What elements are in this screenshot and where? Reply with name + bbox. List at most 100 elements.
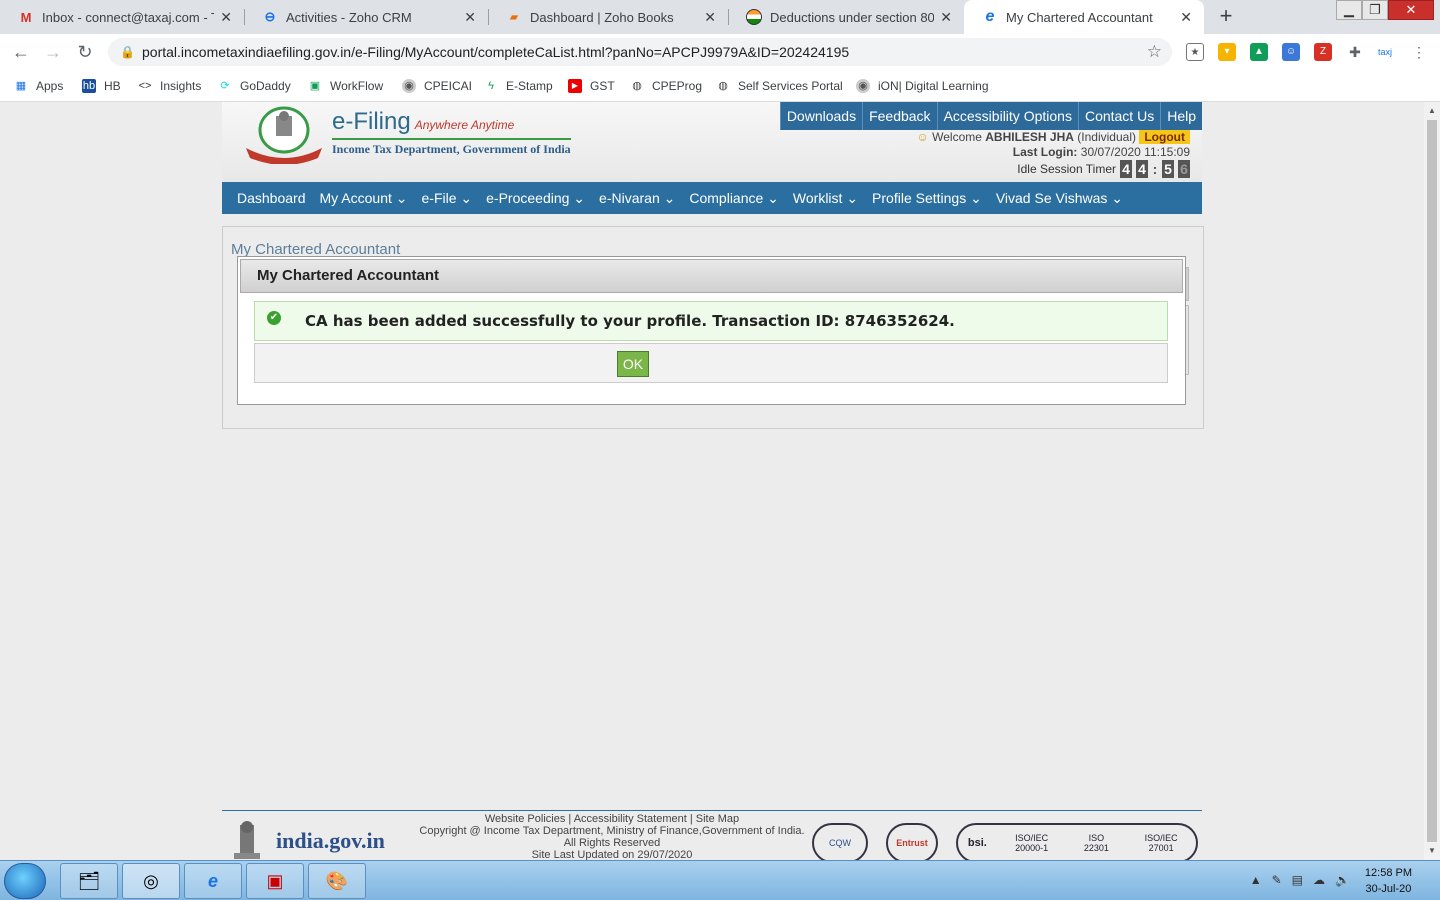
minimize-icon[interactable]: ▁	[1336, 0, 1362, 20]
idle-session-timer: Idle Session Timer 4 4 : 5 6	[1017, 160, 1190, 178]
tray-expand-icon[interactable]: ▲	[1250, 873, 1262, 887]
tab-zoho-books[interactable]: ▰ Dashboard | Zoho Books ✕	[488, 0, 728, 34]
windows-taskbar: 🗂 ◎ e ▣ 🎨 ▲ ✎ ▤ ☁ 🔈 12:58 PM 30-Jul-20	[0, 860, 1440, 900]
zoho-crm-icon: ⊖	[264, 9, 276, 24]
tab-my-ca[interactable]: e My Chartered Accountant ✕	[964, 0, 1204, 34]
nav-dashboard[interactable]: Dashboard	[237, 190, 306, 206]
scroll-up-icon[interactable]: ▲	[1424, 104, 1440, 118]
tab-title: Activities - Zoho CRM	[286, 9, 412, 25]
estamp-icon: ϟ	[488, 80, 494, 92]
copyright: Copyright @ Income Tax Department, Minis…	[419, 825, 805, 837]
downloads-link[interactable]: Downloads	[779, 102, 862, 130]
tray-tool-icon[interactable]: ✎	[1272, 873, 1282, 887]
accessibility-link[interactable]: Accessibility Options	[936, 102, 1078, 130]
contact-link[interactable]: Contact Us	[1077, 102, 1160, 130]
site-header: e-Filing Anywhere Anytime Income Tax Depa…	[222, 102, 1202, 182]
close-tab-icon[interactable]: ✕	[940, 9, 952, 26]
globe-icon: ◍	[632, 80, 642, 92]
brand-block: e-Filing Anywhere Anytime Income Tax Depa…	[332, 108, 571, 157]
bookmark-insights[interactable]: <> Insights	[138, 76, 202, 96]
internet-explorer-icon[interactable]: e	[184, 863, 242, 899]
volume-icon[interactable]: 🔈	[1335, 873, 1350, 887]
brand-name: e-Filing	[332, 108, 411, 135]
nav-worklist[interactable]: Worklist ⌄	[793, 190, 858, 207]
main-nav: Dashboard My Account ⌄ e-File ⌄ e-Procee…	[222, 182, 1202, 214]
reading-list-icon[interactable]: ★	[1186, 43, 1204, 61]
nav-eproceeding[interactable]: e-Proceeding ⌄	[486, 190, 585, 207]
godaddy-icon: ⟳	[220, 80, 230, 92]
extension-shield-icon[interactable]: ▾	[1218, 43, 1236, 61]
tab-gmail[interactable]: M Inbox - connect@taxaj.com - Tax ✕	[0, 0, 244, 34]
bookmark-self-services[interactable]: ◍ Self Services Portal	[716, 76, 843, 96]
tab-deductions[interactable]: Deductions under section 80 ✕	[728, 0, 964, 34]
browser-menu-icon[interactable]: ⋮	[1410, 43, 1428, 61]
close-tab-icon[interactable]: ✕	[1180, 9, 1192, 26]
profile-avatar-icon[interactable]: taxj	[1376, 43, 1394, 61]
help-link[interactable]: Help	[1160, 102, 1202, 130]
nav-profile-settings[interactable]: Profile Settings ⌄	[872, 190, 982, 207]
paint-icon[interactable]: 🎨	[308, 863, 366, 899]
feedback-link[interactable]: Feedback	[862, 102, 936, 130]
maximize-icon[interactable]: ❐	[1362, 0, 1388, 20]
bookmark-godaddy[interactable]: ⟳ GoDaddy	[218, 76, 290, 96]
bookmark-cpeicai[interactable]: ◉ CPEICAI	[402, 76, 472, 96]
scroll-thumb[interactable]	[1427, 120, 1437, 842]
ok-button[interactable]: OK	[617, 351, 649, 377]
network-icon[interactable]: ▤	[1292, 873, 1303, 887]
reload-icon[interactable]: ↻	[72, 40, 98, 64]
bookmark-hb[interactable]: hb HB	[82, 76, 121, 96]
back-icon[interactable]: ←	[8, 40, 34, 64]
nav-vivad-se-vishwas[interactable]: Vivad Se Vishwas ⌄	[996, 190, 1123, 207]
india-gov-logo[interactable]: india.gov.in	[230, 821, 385, 860]
cloud-icon[interactable]: ☁	[1313, 873, 1325, 887]
google-drive-icon[interactable]: ▲	[1250, 43, 1268, 61]
address-bar[interactable]: 🔒 portal.incometaxindiaefiling.gov.in/e-…	[108, 38, 1172, 66]
footer-links[interactable]: Website Policies | Accessibility Stateme…	[412, 813, 812, 825]
bookmark-workflow[interactable]: ▣ WorkFlow	[308, 76, 383, 96]
bookmark-ion[interactable]: ◉ iON| Digital Learning	[856, 76, 989, 96]
rights: All Rights Reserved	[563, 837, 661, 849]
extension-person-icon[interactable]: ☺	[1282, 43, 1300, 61]
file-explorer-icon[interactable]: 🗂	[60, 863, 118, 899]
url-text: portal.incometaxindiaefiling.gov.in/e-Fi…	[142, 44, 850, 60]
start-button[interactable]	[4, 863, 46, 899]
acrobat-icon[interactable]: ▣	[246, 863, 304, 899]
close-tab-icon[interactable]: ✕	[220, 9, 232, 26]
bookmark-star-icon[interactable]: ☆	[1147, 38, 1162, 66]
bookmark-gst[interactable]: ▶ GST	[568, 76, 615, 96]
close-tab-icon[interactable]: ✕	[704, 9, 716, 26]
nav-efile[interactable]: e-File ⌄	[422, 190, 473, 207]
tab-zoho-crm[interactable]: ⊖ Activities - Zoho CRM ✕	[244, 0, 488, 34]
success-dialog: My Chartered Accountant ✔ CA has been ad…	[237, 256, 1186, 405]
extension-red-icon[interactable]: Z	[1314, 43, 1332, 61]
logout-button[interactable]: Logout	[1139, 130, 1190, 144]
dialog-footer: OK	[254, 343, 1168, 383]
gmail-icon: M	[20, 9, 32, 25]
chrome-icon[interactable]: ◎	[122, 863, 180, 899]
bookmark-cpeprog[interactable]: ◍ CPEProg	[630, 76, 702, 96]
close-tab-icon[interactable]: ✕	[464, 9, 476, 26]
hb-icon: hb	[82, 79, 96, 93]
nav-compliance[interactable]: Compliance ⌄	[689, 190, 779, 207]
site-updated: Site Last Updated on 29/07/2020	[531, 849, 693, 860]
youtube-icon: ▶	[568, 79, 582, 93]
extensions-puzzle-icon[interactable]: ✚	[1346, 43, 1364, 61]
nav-enivaran[interactable]: e-Nivaran ⌄	[599, 190, 675, 207]
close-window-icon[interactable]: ✕	[1388, 0, 1434, 20]
insights-icon: <>	[138, 80, 152, 92]
bookmark-apps[interactable]: ▦ Apps	[14, 76, 64, 96]
timer-digit: 4	[1120, 160, 1132, 178]
forward-icon[interactable]: →	[40, 40, 66, 64]
ion-icon: ◉	[856, 79, 870, 93]
bookmark-estamp[interactable]: ϟ E-Stamp	[484, 76, 553, 96]
lock-icon: 🔒	[120, 45, 135, 59]
page-scrollbar[interactable]: ▲ ▼	[1424, 102, 1440, 860]
scroll-down-icon[interactable]: ▼	[1424, 844, 1440, 858]
bookmarks-bar: ▦ Apps hb HB <> Insights ⟳ GoDaddy ▣ WorkFlow…	[0, 70, 1440, 102]
tab-title: Dashboard | Zoho Books	[530, 9, 674, 25]
entrust-badge: Entrust	[886, 823, 938, 860]
new-tab-button[interactable]: +	[1212, 4, 1240, 30]
clock[interactable]: 12:58 PM 30-Jul-20	[1365, 865, 1412, 897]
nav-my-account[interactable]: My Account ⌄	[320, 190, 408, 207]
zoho-books-icon: ▰	[510, 11, 518, 23]
